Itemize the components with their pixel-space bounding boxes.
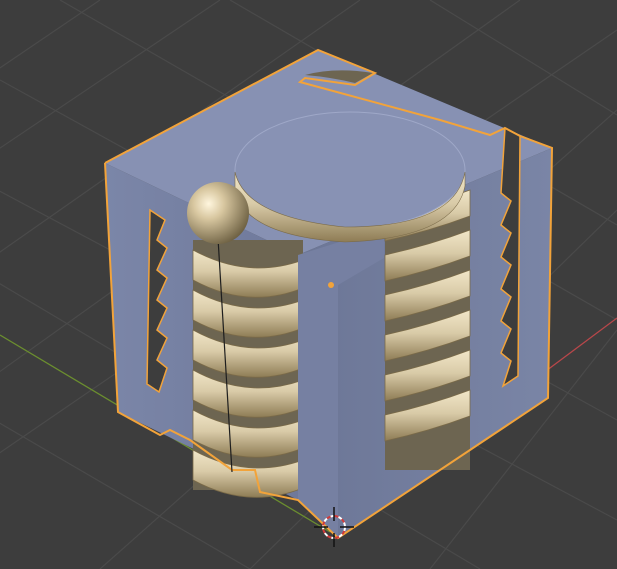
- sphere: [187, 182, 249, 244]
- selected-cube-object[interactable]: [104, 48, 554, 540]
- thread-cutout-left: [192, 240, 304, 498]
- origin-point: [328, 282, 334, 288]
- right-face-notches: [500, 126, 521, 388]
- 3d-viewport[interactable]: [0, 0, 617, 569]
- viewport-canvas[interactable]: [0, 0, 617, 569]
